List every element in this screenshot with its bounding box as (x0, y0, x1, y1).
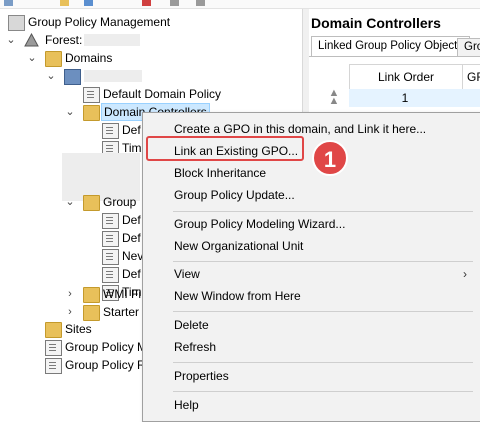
gpo-link-icon (83, 87, 100, 103)
step-number-badge: 1 (312, 140, 348, 176)
export-icon[interactable] (196, 0, 205, 6)
tree-domains-label: Domains (65, 51, 113, 65)
redacted-forest-name (84, 34, 140, 46)
toolbar (0, 0, 480, 9)
redacted-domain-name (84, 70, 142, 82)
modeling-icon (45, 340, 62, 356)
folder-icon (83, 305, 100, 321)
back-icon[interactable] (4, 0, 13, 6)
menu-item-modeling-wizard[interactable]: Group Policy Modeling Wizard... (143, 214, 480, 234)
menu-separator (173, 391, 473, 392)
tree-group-child-label: Nev (122, 249, 144, 263)
table-row[interactable]: 1 (349, 89, 480, 107)
gpo-link-icon (102, 267, 119, 283)
menu-item-new-ou[interactable]: New Organizational Unit (143, 236, 480, 256)
menu-item-gp-update[interactable]: Group Policy Update... (143, 185, 480, 205)
tree-forest-label: Forest: (45, 33, 83, 47)
tab-group-policy-inheritance[interactable]: Gro (457, 38, 480, 57)
tab-linked-gpos[interactable]: Linked Group Policy Objects (311, 36, 471, 57)
menu-item-help[interactable]: Help (143, 395, 480, 415)
ou-folder-icon (83, 105, 100, 121)
refresh-icon[interactable] (170, 0, 179, 6)
menu-item-label: Help (174, 398, 199, 412)
sites-icon (45, 322, 62, 338)
gpo-link-icon (102, 123, 119, 139)
tree-group-child-label: Def (122, 267, 141, 281)
links-grid-header: Link Order GF (349, 64, 480, 90)
menu-separator (173, 362, 473, 363)
menu-item-label: New Window from Here (174, 289, 301, 303)
menu-separator (173, 261, 473, 262)
properties-icon[interactable] (84, 0, 93, 6)
tree-dc-child-label: Def (122, 123, 141, 137)
menu-separator (173, 311, 473, 312)
gpo-link-icon (102, 249, 119, 265)
folder-icon (45, 51, 62, 67)
menu-item-label: New Organizational Unit (174, 239, 304, 253)
tree-root-label: Group Policy Management (28, 15, 171, 29)
highlight-box (146, 136, 304, 161)
results-icon (45, 358, 62, 374)
tree-group-label: Group (103, 195, 137, 209)
tree-modeling-label: Group Policy M (65, 340, 148, 354)
collapse-icon[interactable]: ⌄ (65, 103, 75, 121)
expand-icon[interactable]: › (65, 285, 75, 303)
menu-item-block-inheritance[interactable]: Block Inheritance (143, 163, 480, 183)
menu-item-delete[interactable]: Delete (143, 315, 480, 335)
collapse-icon[interactable]: ⌄ (65, 193, 75, 211)
menu-item-refresh[interactable]: Refresh (143, 337, 480, 357)
gpo-link-icon (102, 213, 119, 229)
move-link-up-icon[interactable]: ▲ ▲ (327, 88, 341, 107)
domain-icon (64, 69, 81, 85)
delete-icon[interactable] (142, 0, 151, 6)
menu-item-label: Group Policy Modeling Wizard... (174, 217, 346, 231)
menu-item-properties[interactable]: Properties (143, 366, 480, 386)
tree-default-policy-label: Default Domain Policy (103, 87, 222, 101)
tree-group-child-label: Def (122, 231, 141, 245)
folder-icon (83, 287, 100, 303)
folder-icon[interactable] (60, 0, 69, 6)
tree-starter-label: Starter (103, 305, 140, 319)
col-gpo[interactable]: GF (467, 65, 480, 89)
menu-item-label: View (174, 267, 200, 281)
menu-item-label: Refresh (174, 340, 217, 354)
gpmc-icon (8, 15, 25, 31)
menu-item-label: Block Inheritance (174, 166, 267, 180)
expand-icon[interactable]: › (65, 303, 75, 321)
collapse-icon[interactable]: ⌄ (6, 31, 16, 49)
tree-wmi-label: WMI Fi (103, 287, 141, 301)
tree-sites-label: Sites (65, 322, 92, 336)
ou-folder-icon (83, 195, 100, 211)
menu-item-label: Group Policy Update... (174, 188, 295, 202)
menu-item-label: Delete (174, 318, 209, 332)
gpo-link-icon (102, 231, 119, 247)
menu-separator (173, 211, 473, 212)
submenu-arrow-icon: › (463, 267, 467, 281)
menu-item-label: Properties (174, 369, 229, 383)
menu-item-new-window[interactable]: New Window from Here (143, 286, 480, 306)
tree-results-label: Group Policy R (65, 358, 146, 372)
collapse-icon[interactable]: ⌄ (46, 67, 56, 85)
menu-item-view[interactable]: View › (143, 264, 480, 284)
forest-icon (24, 32, 39, 47)
collapse-icon[interactable]: ⌄ (27, 49, 37, 67)
link-order-cell: 1 (401, 91, 409, 105)
tree-group-child-label: Def (122, 213, 141, 227)
details-title: Domain Controllers (311, 15, 441, 31)
col-link-order[interactable]: Link Order (350, 65, 463, 89)
